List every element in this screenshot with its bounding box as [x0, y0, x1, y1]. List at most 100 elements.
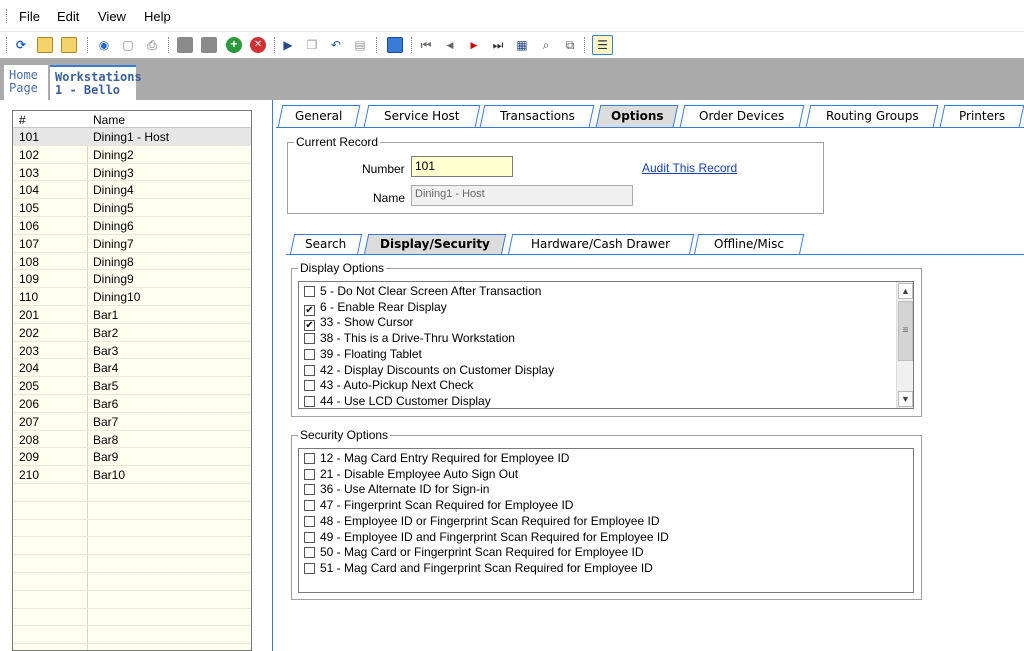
refresh-icon[interactable]: ⟳: [13, 36, 29, 54]
option-item[interactable]: 51 - Mag Card and Fingerprint Scan Requi…: [304, 561, 653, 576]
checkbox[interactable]: [304, 484, 315, 496]
option-item[interactable]: 49 - Employee ID and Fingerprint Scan Re…: [304, 530, 669, 545]
tab-options[interactable]: Options: [595, 105, 679, 127]
checkbox[interactable]: [304, 286, 315, 297]
list-row[interactable]: 208 Bar8: [13, 431, 251, 449]
subtab-display-security[interactable]: Display/Security: [363, 234, 507, 255]
audit-record-link[interactable]: Audit This Record: [642, 161, 737, 175]
security-options-list[interactable]: 12 - Mag Card Entry Required for Employe…: [298, 448, 914, 593]
paste-icon[interactable]: ▤: [352, 36, 368, 54]
workstation-list[interactable]: # Name 101 Dining1 - Host 102 Dining2 103 Din…: [12, 110, 252, 651]
last-record-icon[interactable]: ⏭: [490, 36, 506, 54]
scroll-thumb[interactable]: ≡: [898, 301, 913, 361]
name-field[interactable]: Dining1 - Host: [411, 185, 633, 206]
panel-splitter[interactable]: [272, 100, 273, 651]
list-row[interactable]: 101 Dining1 - Host: [13, 128, 251, 146]
checkbox[interactable]: [304, 562, 315, 574]
list-row[interactable]: 202 Bar2: [13, 324, 251, 342]
subtab-offline-misc[interactable]: Offline/Misc: [693, 234, 805, 255]
option-item[interactable]: 38 - This is a Drive-Thru Workstation: [304, 331, 515, 346]
list-row[interactable]: 205 Bar5: [13, 377, 251, 395]
menu-edit[interactable]: Edit: [57, 9, 79, 24]
list-row[interactable]: 105 Dining5: [13, 199, 251, 217]
print-icon[interactable]: ⎙: [144, 36, 160, 54]
tab-transactions[interactable]: Transactions: [479, 105, 595, 127]
checkbox[interactable]: [304, 531, 315, 543]
subtab-hardware-cash-drawer[interactable]: Hardware/Cash Drawer: [507, 234, 695, 255]
option-item[interactable]: 43 - Auto-Pickup Next Check: [304, 378, 473, 393]
checkbox[interactable]: [304, 500, 315, 512]
tab-printers[interactable]: Printers: [939, 105, 1024, 127]
find-replace-icon[interactable]: ⧉: [562, 36, 578, 54]
list-row[interactable]: 109 Dining9: [13, 270, 251, 289]
tab-order-devices[interactable]: Order Devices: [679, 105, 805, 127]
display-options-scrollbar[interactable]: ▲ ≡ ▼: [896, 282, 913, 408]
list-row[interactable]: 204 Bar4: [13, 359, 251, 378]
option-item[interactable]: ✔ 33 - Show Cursor: [304, 315, 413, 332]
option-item[interactable]: 5 - Do Not Clear Screen After Transactio…: [304, 284, 541, 299]
checkbox[interactable]: [304, 515, 315, 527]
workstations-tab[interactable]: Workstations 1 - Bello: [50, 65, 142, 100]
next-record-icon[interactable]: ▶: [466, 36, 482, 54]
report-icon[interactable]: [387, 37, 403, 53]
list-row[interactable]: 102 Dining2: [13, 146, 251, 164]
list-row[interactable]: 104 Dining4: [13, 181, 251, 200]
list-row[interactable]: 108 Dining8: [13, 253, 251, 271]
list-row[interactable]: 110 Dining10: [13, 288, 251, 306]
add-icon[interactable]: +: [226, 37, 242, 53]
subtab-search[interactable]: Search: [289, 234, 363, 255]
previous-record-icon[interactable]: ◀: [442, 36, 458, 54]
list-row[interactable]: 107 Dining7: [13, 235, 251, 253]
first-record-icon[interactable]: ⏮: [418, 36, 434, 54]
checkbox[interactable]: [304, 380, 315, 392]
option-item[interactable]: 21 - Disable Employee Auto Sign Out: [304, 467, 518, 482]
option-item[interactable]: 36 - Use Alternate ID for Sign-in: [304, 482, 489, 497]
delete-icon[interactable]: ✕: [250, 37, 266, 53]
option-item[interactable]: 50 - Mag Card or Fingerprint Scan Requir…: [304, 545, 643, 560]
find-icon[interactable]: ⌕: [538, 36, 554, 54]
tab-routing-groups[interactable]: Routing Groups: [805, 105, 939, 127]
tab-general[interactable]: General: [277, 105, 361, 127]
copy-icon[interactable]: ❐: [304, 36, 320, 54]
column-header-name[interactable]: Name: [93, 113, 125, 127]
checkbox[interactable]: ✔: [304, 320, 315, 332]
checkbox[interactable]: [304, 547, 315, 559]
checkbox[interactable]: ✔: [304, 304, 315, 316]
tab-service-host[interactable]: Service Host: [363, 105, 481, 127]
menu-view[interactable]: View: [98, 9, 126, 24]
import-icon[interactable]: ▶: [280, 36, 296, 54]
checkbox[interactable]: [304, 395, 315, 407]
undo-icon[interactable]: ↶: [328, 36, 344, 54]
goto-record-icon[interactable]: ▦: [514, 36, 530, 54]
save-all-icon[interactable]: [201, 37, 217, 53]
option-item[interactable]: ✔ 6 - Enable Rear Display: [304, 300, 447, 316]
folder-open-icon[interactable]: [37, 37, 53, 53]
option-item[interactable]: 44 - Use LCD Customer Display: [304, 394, 491, 409]
list-row[interactable]: 201 Bar1: [13, 306, 251, 324]
list-row[interactable]: 207 Bar7: [13, 413, 251, 431]
checkbox[interactable]: [304, 453, 315, 464]
checkbox[interactable]: [304, 348, 315, 360]
menu-help[interactable]: Help: [144, 9, 171, 24]
option-item[interactable]: 48 - Employee ID or Fingerprint Scan Req…: [304, 514, 660, 529]
list-row[interactable]: 206 Bar6: [13, 395, 251, 413]
checkbox[interactable]: [304, 333, 315, 345]
option-item[interactable]: 39 - Floating Tablet: [304, 347, 422, 362]
record-icon[interactable]: ◉: [96, 36, 112, 54]
scroll-up-icon[interactable]: ▲: [898, 283, 913, 299]
list-row[interactable]: 103 Dining3: [13, 164, 251, 182]
list-row[interactable]: 210 Bar10: [13, 466, 251, 484]
display-options-list[interactable]: 5 - Do Not Clear Screen After Transactio…: [298, 281, 914, 409]
checkbox[interactable]: [304, 468, 315, 480]
save-icon[interactable]: [177, 37, 193, 53]
list-row[interactable]: 209 Bar9: [13, 448, 251, 467]
table-view-icon[interactable]: ☰: [592, 35, 613, 55]
scroll-down-icon[interactable]: ▼: [898, 391, 913, 407]
option-item[interactable]: 47 - Fingerprint Scan Required for Emplo…: [304, 498, 573, 513]
folder-multi-icon[interactable]: [61, 37, 77, 53]
checkbox[interactable]: [304, 364, 315, 376]
column-header-number[interactable]: #: [19, 113, 26, 127]
list-row[interactable]: 106 Dining6: [13, 217, 251, 235]
option-item[interactable]: 42 - Display Discounts on Customer Displ…: [304, 363, 554, 378]
home-page-tab[interactable]: Home Page: [4, 65, 48, 100]
